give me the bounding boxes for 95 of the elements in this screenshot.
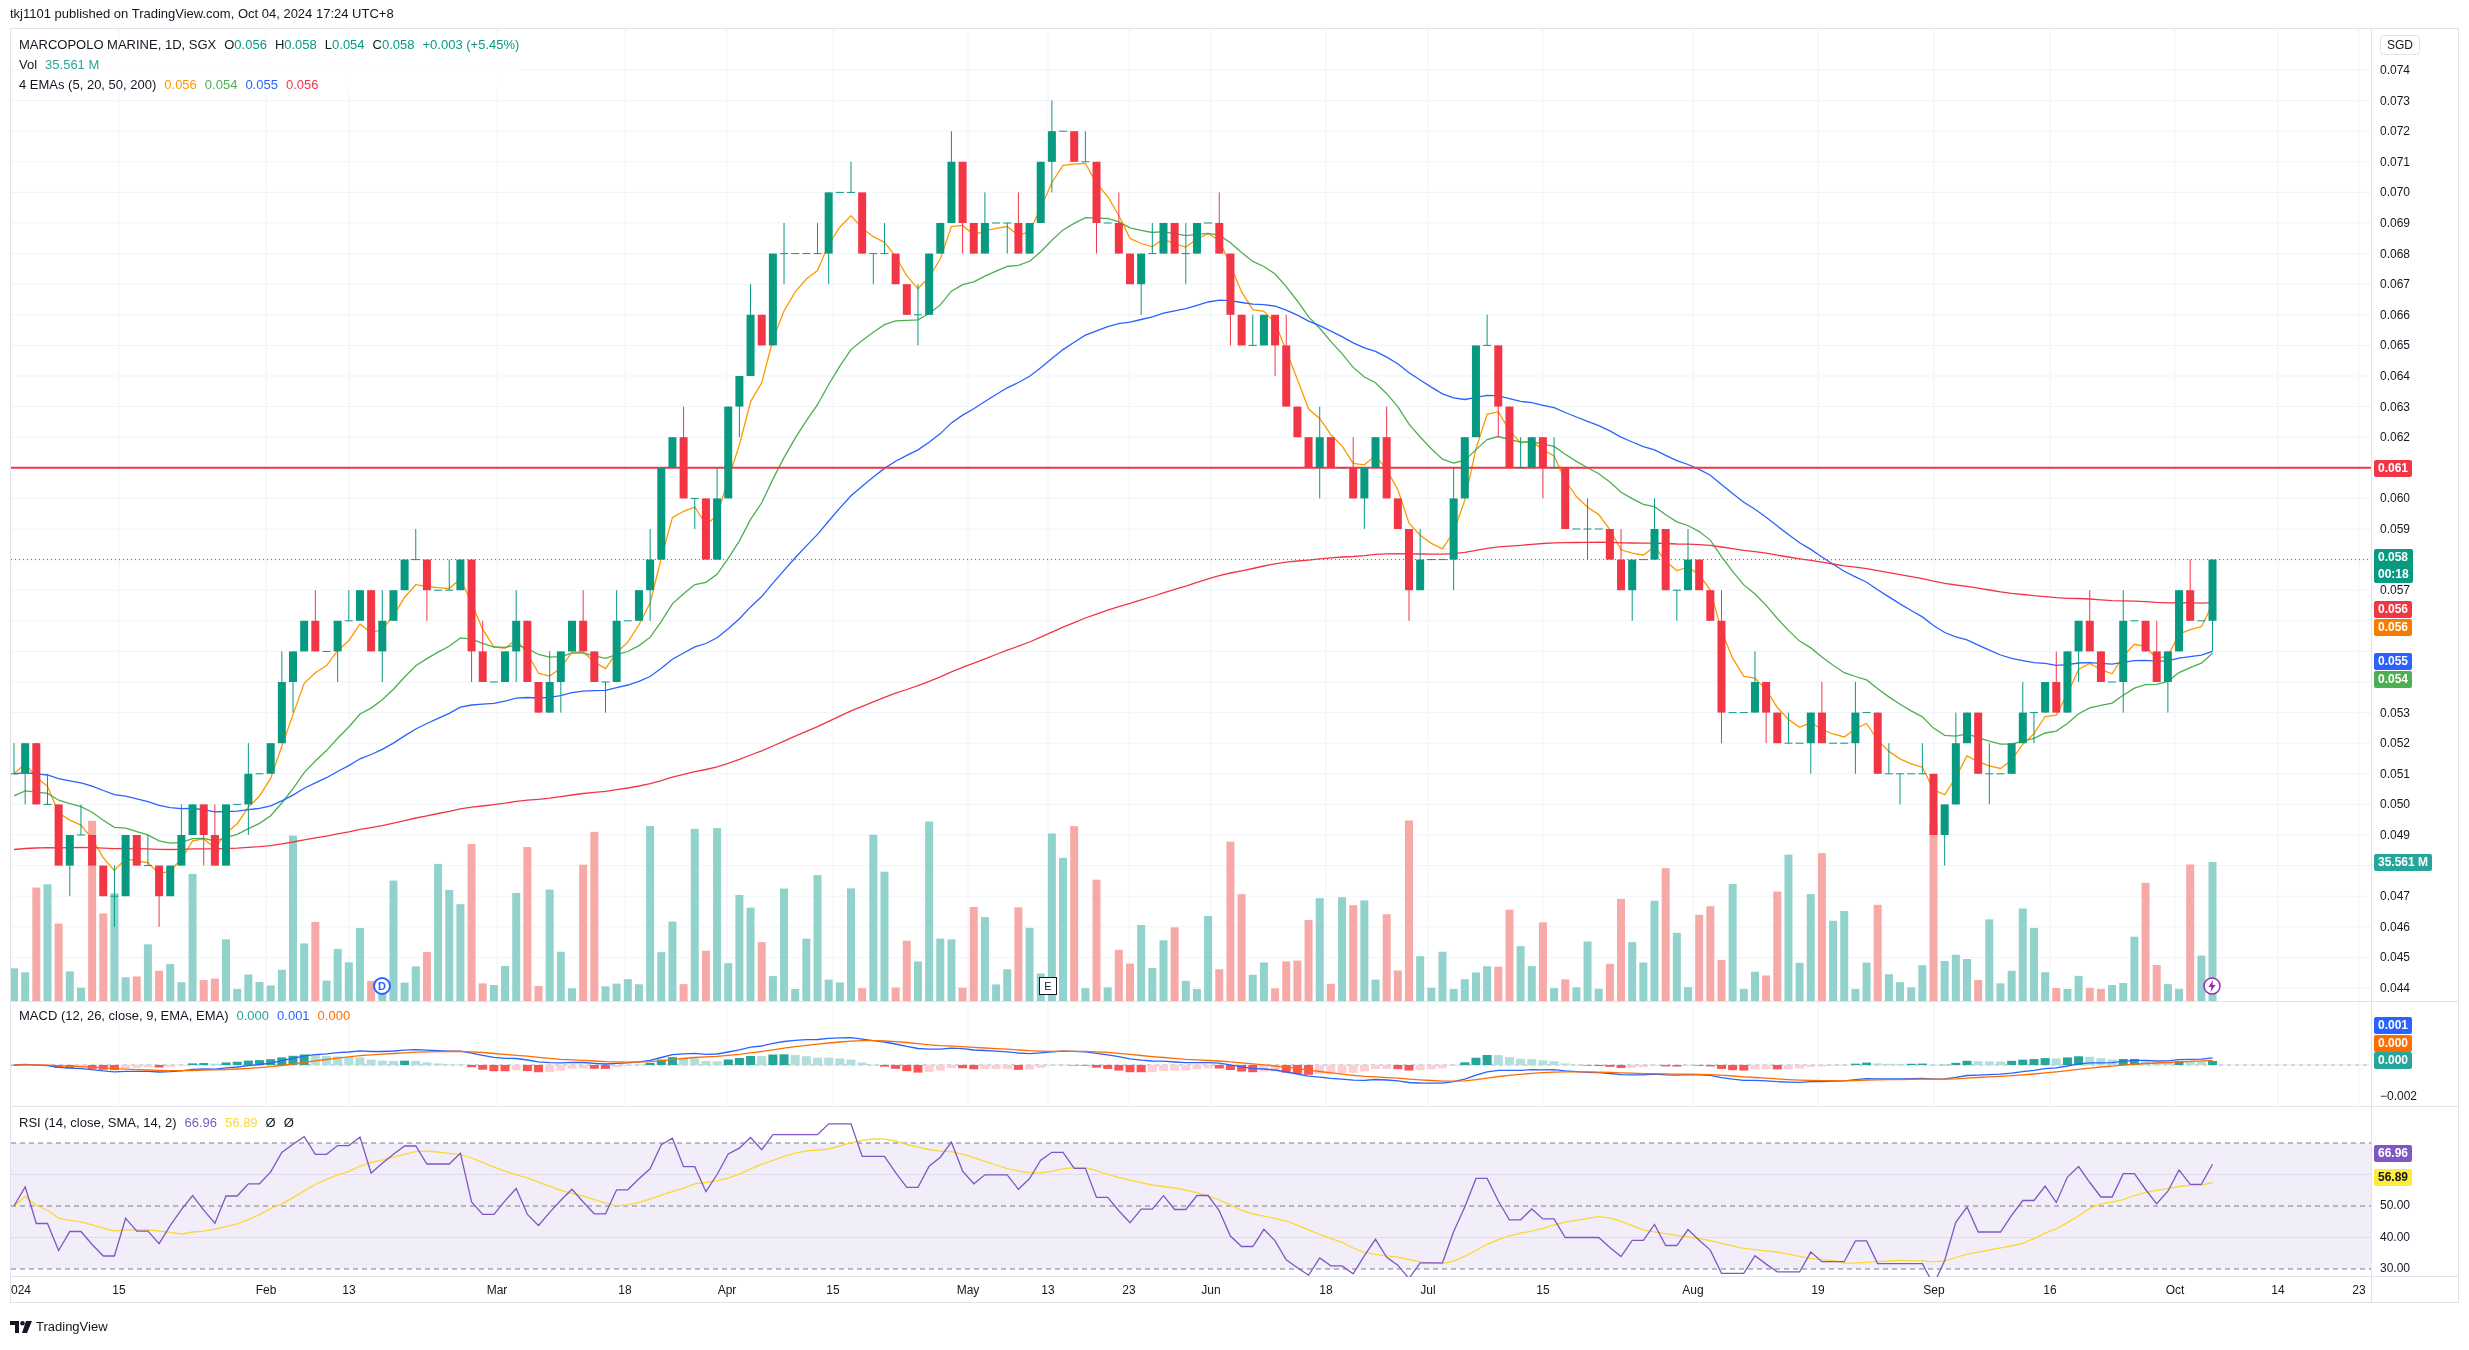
ohlc-label: L: [324, 37, 333, 53]
indicator-value: 0.054: [204, 77, 238, 93]
price-label: 0.071: [2380, 153, 2411, 170]
scale-label: 40.00: [2380, 1229, 2411, 1245]
price-badge: 66.96: [2374, 1144, 2413, 1162]
price-label: 0.074: [2380, 62, 2411, 78]
logo-icon: [10, 1320, 32, 1333]
scale-label: 50.00: [2380, 1197, 2411, 1213]
time-label: Oct: [2165, 1282, 2185, 1298]
price-badge: 0.058 00:18: [2374, 549, 2413, 583]
dividend-marker[interactable]: D: [373, 977, 391, 995]
time-label: Feb: [255, 1282, 277, 1298]
price-label: 0.059: [2380, 521, 2411, 537]
ohlc-label: H: [274, 37, 285, 53]
price-label: 0.045: [2380, 949, 2411, 966]
publish-info: tkj1101 published on TradingView.com, Oct 04, 2024 17:24 UTC+8: [10, 5, 394, 24]
ohlc-label: O: [224, 37, 235, 53]
volume-value: 35.561 M: [45, 57, 100, 73]
price-label: 0.060: [2380, 490, 2411, 507]
indicator-value: 0.056: [164, 77, 197, 93]
time-label: 15: [112, 1282, 126, 1298]
time-label: 23: [1122, 1282, 1136, 1298]
price-label: 0.063: [2380, 398, 2411, 415]
price-label: 0.047: [2380, 888, 2411, 905]
ohlc-value: 0.058: [382, 37, 415, 53]
time-label: Apr: [717, 1282, 737, 1298]
price-label: 0.067: [2380, 276, 2411, 293]
price-label: 0.046: [2380, 918, 2411, 935]
indicator-value: 0.001: [277, 1008, 310, 1024]
ohlc-value: 0.058: [284, 37, 317, 53]
price-label: 0.069: [2380, 215, 2411, 231]
time-label: Aug: [1682, 1282, 1704, 1298]
time-label: May: [956, 1282, 980, 1298]
time-label: 024: [11, 1282, 32, 1298]
volume-label: Vol: [19, 57, 38, 73]
price-badge: 0.056: [2374, 600, 2413, 618]
price-label: 0.052: [2380, 735, 2411, 752]
price-label: 0.070: [2380, 184, 2411, 201]
price-badge: 0.061: [2374, 459, 2413, 477]
time-label: Jun: [1201, 1282, 1221, 1298]
earnings-marker[interactable]: E: [1039, 977, 1057, 995]
price-badge: 56.89: [2374, 1168, 2413, 1186]
time-label: Jul: [1420, 1282, 1436, 1298]
indicator-value: 0.000: [236, 1008, 270, 1024]
time-label: 18: [1319, 1282, 1333, 1298]
indicator-value: 0.055: [245, 77, 278, 93]
price-label: 0.073: [2380, 92, 2411, 109]
price-label: 0.072: [2380, 123, 2411, 140]
indicator-value: 0.056: [285, 77, 319, 93]
indicator-label: MACD (12, 26, close, 9, EMA, EMA): [19, 1008, 229, 1024]
time-label: 15: [826, 1282, 840, 1298]
price-label: 0.065: [2380, 337, 2411, 354]
price-change: +0.003 (+5.45%): [422, 37, 520, 53]
time-label: 13: [342, 1282, 356, 1298]
price-label: 0.066: [2380, 306, 2411, 323]
price-label: 0.062: [2380, 429, 2411, 446]
ohlc-value: 0.056: [234, 37, 267, 53]
empty-value-symbol: Ø: [265, 1115, 276, 1131]
indicator-label: 4 EMAs (5, 20, 50, 200): [19, 77, 157, 93]
price-badge: 0.055: [2374, 652, 2413, 670]
indicator-value: 66.96: [184, 1115, 218, 1131]
price-label: 0.064: [2380, 368, 2411, 384]
ohlc-value: 0.054: [332, 37, 365, 53]
empty-value-symbol: Ø: [283, 1115, 294, 1131]
price-label: 0.068: [2380, 245, 2411, 262]
price-badge: 35.561 M: [2374, 853, 2433, 871]
lightning-icon[interactable]: [2203, 977, 2221, 995]
price-label: 0.049: [2380, 827, 2411, 843]
price-badge: 0.000: [2374, 1034, 2413, 1052]
time-label: 18: [618, 1282, 632, 1298]
price-badge: 0.054: [2374, 670, 2413, 688]
brand-name: TradingView: [36, 1318, 108, 1336]
price-label: 0.050: [2380, 796, 2411, 813]
scale-label: −0.002: [2380, 1088, 2418, 1104]
price-badge: 0.001: [2374, 1016, 2413, 1034]
time-label: Mar: [486, 1282, 508, 1298]
time-label: 19: [1811, 1282, 1825, 1298]
time-label: 23: [2352, 1282, 2366, 1298]
price-label: 0.051: [2380, 765, 2411, 782]
ohlc-label: C: [372, 37, 382, 53]
indicator-label: RSI (14, close, SMA, 14, 2): [19, 1115, 177, 1131]
time-label: 16: [2043, 1282, 2057, 1298]
currency-button[interactable]: SGD: [2380, 35, 2420, 55]
scale-label: 30.00: [2380, 1260, 2411, 1276]
indicator-value: 56.89: [225, 1115, 258, 1131]
price-label: 0.057: [2380, 582, 2411, 599]
price-badge: 0.056: [2374, 618, 2413, 636]
price-label: 0.044: [2380, 980, 2411, 996]
symbol-title: MARCOPOLO MARINE, 1D, SGX: [19, 37, 217, 53]
time-label: 14: [2271, 1282, 2285, 1298]
time-label: 15: [1536, 1282, 1550, 1298]
time-label: 13: [1041, 1282, 1055, 1298]
indicator-value: 0.000: [317, 1008, 351, 1024]
price-label: 0.053: [2380, 704, 2411, 721]
time-label: Sep: [1923, 1282, 1945, 1298]
